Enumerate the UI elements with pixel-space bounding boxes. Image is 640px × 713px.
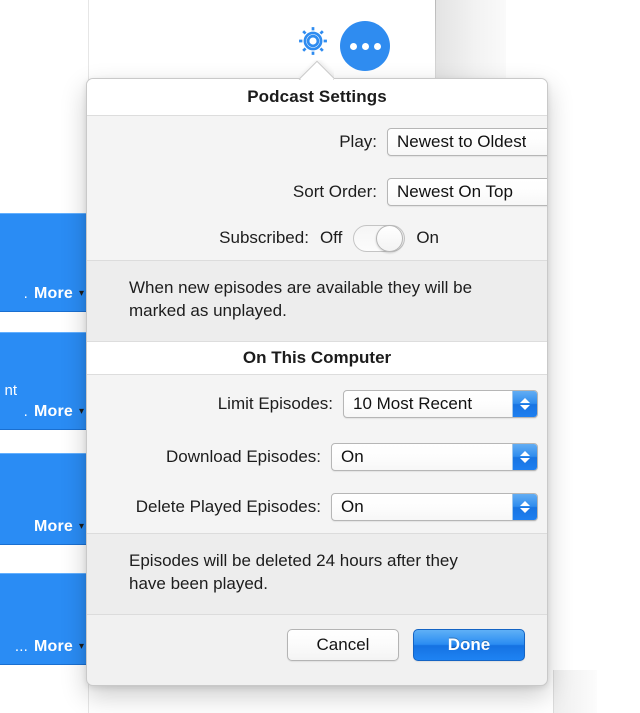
chevron-up-icon <box>520 397 530 403</box>
unplayed-note-text: When new episodes are available they wil… <box>129 278 473 320</box>
limit-episodes-row: Limit Episodes: 10 Most Recent <box>87 375 547 433</box>
on-this-computer-header: On This Computer <box>87 340 547 375</box>
sort-order-label: Sort Order: <box>292 182 377 201</box>
sort-order-value: Newest On Top <box>397 182 513 201</box>
on-this-computer-section: Limit Episodes: 10 Most Recent Download … <box>87 374 547 533</box>
chevron-down-icon[interactable]: ▾ <box>79 289 84 299</box>
general-settings-section: Play: Newest to Oldest Sort Order: Newes… <box>87 116 547 260</box>
stepper-arrows-icon[interactable] <box>512 493 537 520</box>
background-right-edge <box>553 670 554 713</box>
delete-played-episodes-select[interactable]: On <box>331 492 538 521</box>
download-episodes-label: Download Episodes: <box>166 446 321 466</box>
list-item[interactable]: ... More ▾ <box>0 573 90 665</box>
subscribed-toggle[interactable] <box>353 224 406 252</box>
subscribed-on-label: On <box>416 228 439 247</box>
deletion-note-text: Episodes will be deleted 24 hours after … <box>129 550 458 593</box>
deletion-note: Episodes will be deleted 24 hours after … <box>87 533 547 614</box>
popover-title-bar: Podcast Settings <box>87 79 547 116</box>
chevron-up-icon <box>520 450 530 456</box>
list-item-fragment: . <box>23 285 28 302</box>
list-item-subline: nt <box>4 382 17 399</box>
play-order-value: Newest to Oldest <box>397 132 527 151</box>
list-item-fragment: . <box>23 403 28 420</box>
more-ellipsis-icon[interactable] <box>340 21 390 71</box>
done-button[interactable]: Done <box>413 629 525 662</box>
sort-order-select[interactable]: Newest On Top <box>387 178 547 206</box>
chevron-down-icon[interactable]: ▾ <box>79 642 84 652</box>
limit-episodes-value: 10 Most Recent <box>353 393 473 413</box>
podcast-settings-popover: Podcast Settings Play: Newest to Oldest … <box>86 78 548 686</box>
list-item[interactable]: . More ▾ <box>0 213 90 312</box>
background-episode-list: . More ▾ nt . More ▾ More ▾ ... More ▾ <box>0 0 95 713</box>
list-item[interactable]: nt . More ▾ <box>0 332 90 430</box>
list-item-more-label[interactable]: More <box>34 285 73 303</box>
play-order-row: Play: Newest to Oldest <box>87 116 547 168</box>
stepper-arrows-icon[interactable] <box>512 390 537 417</box>
ellipsis-dot <box>361 42 369 50</box>
download-episodes-row: Download Episodes: On <box>87 433 547 481</box>
toolbar-icon-group <box>290 10 400 71</box>
subscribed-label: Subscribed: <box>219 228 309 247</box>
chevron-down-icon <box>520 507 530 513</box>
stepper-arrows-icon[interactable] <box>512 443 537 470</box>
delete-played-episodes-value: On <box>341 496 364 516</box>
play-order-label: Play: <box>339 132 377 151</box>
popover-footer: Cancel Done <box>87 613 547 676</box>
download-episodes-value: On <box>341 446 364 466</box>
list-item[interactable]: More ▾ <box>0 453 90 545</box>
list-item-more-label[interactable]: More <box>34 638 73 656</box>
delete-played-episodes-row: Delete Played Episodes: On <box>87 481 547 533</box>
ellipsis-dot <box>349 42 357 50</box>
ellipsis-dot <box>373 42 381 50</box>
background-right-shade <box>553 670 597 713</box>
chevron-down-icon <box>520 404 530 410</box>
limit-episodes-select[interactable]: 10 Most Recent <box>343 389 538 418</box>
page-title: Podcast Settings <box>247 87 387 106</box>
limit-episodes-label: Limit Episodes: <box>217 393 333 413</box>
list-item-fragment: ... <box>14 638 28 655</box>
subscribed-row: Subscribed: Off On <box>87 216 547 260</box>
list-item-more-label[interactable]: More <box>34 403 73 421</box>
sort-order-row: Sort Order: Newest On Top <box>87 168 547 216</box>
toggle-knob <box>376 224 404 252</box>
chevron-down-icon[interactable]: ▾ <box>79 522 84 532</box>
subscribed-off-label: Off <box>319 228 343 247</box>
gear-icon[interactable] <box>294 22 332 60</box>
cancel-button[interactable]: Cancel <box>287 629 399 662</box>
play-order-select[interactable]: Newest to Oldest <box>387 128 547 156</box>
chevron-down-icon[interactable]: ▾ <box>79 407 84 417</box>
chevron-up-icon <box>520 500 530 506</box>
delete-played-episodes-label: Delete Played Episodes: <box>135 496 321 516</box>
download-episodes-select[interactable]: On <box>331 442 538 471</box>
unplayed-note: When new episodes are available they wil… <box>87 261 547 341</box>
chevron-down-icon <box>520 457 530 463</box>
list-item-more-label[interactable]: More <box>34 518 73 536</box>
on-this-computer-title: On This Computer <box>242 347 392 367</box>
